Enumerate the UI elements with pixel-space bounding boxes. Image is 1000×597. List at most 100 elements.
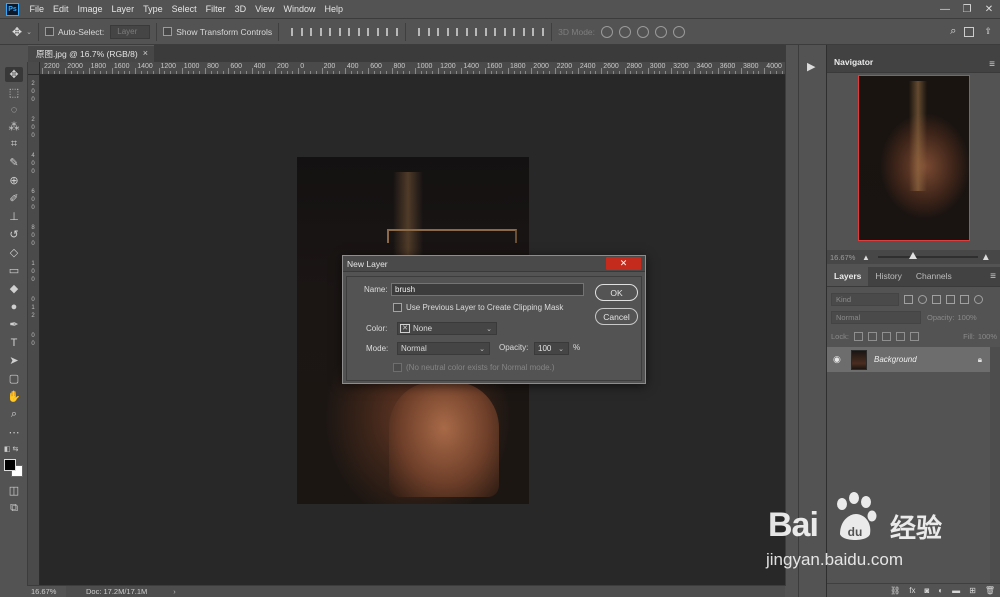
orbit-3d-icon[interactable] (601, 25, 614, 38)
align-hcenter-icon[interactable] (365, 26, 379, 38)
align-right-icon[interactable] (384, 26, 398, 38)
magic-wand-tool-icon[interactable]: ⁂ (5, 119, 23, 134)
shape-tool-icon[interactable]: ▢ (5, 371, 23, 386)
visibility-eye-icon[interactable]: ◉ (833, 354, 847, 365)
filter-adjustment-icon[interactable] (918, 294, 927, 304)
lock-all-icon[interactable] (909, 332, 919, 341)
menu-file[interactable]: File (25, 0, 49, 18)
restore-button[interactable]: ❐ (956, 0, 978, 18)
eraser-tool-icon[interactable]: ◇ (5, 245, 23, 260)
healing-tool-icon[interactable]: ⊕ (5, 173, 23, 188)
filter-pixel-icon[interactable] (904, 294, 913, 304)
zoom-out-icon[interactable]: ▲ (862, 253, 870, 262)
stamp-tool-icon[interactable]: ⊥ (5, 209, 23, 224)
layer-style-icon[interactable]: fx (909, 586, 915, 595)
lasso-tool-icon[interactable]: ◌ (5, 102, 23, 117)
panel-menu-icon[interactable]: ≡ (990, 271, 996, 282)
clipping-mask-checkbox[interactable] (393, 303, 402, 312)
auto-select-dropdown[interactable]: Layer (110, 24, 151, 39)
expand-panels-icon[interactable]: ▶ (807, 60, 815, 73)
more-tools-icon[interactable]: ⋯ (5, 425, 23, 440)
lock-position-icon[interactable] (881, 332, 891, 341)
menu-select[interactable]: Select (167, 0, 201, 18)
chevron-down-icon[interactable]: ⌄ (558, 344, 564, 355)
navigator-preview[interactable] (858, 75, 970, 241)
lock-artboard-icon[interactable] (895, 332, 905, 341)
dialog-titlebar[interactable]: New Layer ✕ (343, 256, 645, 272)
foreground-color-swatch[interactable] (4, 459, 16, 471)
menu-window[interactable]: Window (279, 0, 320, 18)
blend-mode-dropdown[interactable]: Normal (831, 311, 921, 324)
status-menu-arrow-icon[interactable]: › (173, 587, 176, 596)
roll-3d-icon[interactable] (619, 25, 632, 38)
color-dropdown[interactable]: ✕ None ⌄ (397, 322, 497, 335)
add-mask-icon[interactable]: ◙ (924, 586, 929, 595)
align-vcenter-icon[interactable] (308, 26, 322, 38)
distribute-left-icon[interactable] (473, 26, 487, 38)
path-select-tool-icon[interactable]: ➤ (5, 353, 23, 368)
canvas-vertical-scrollbar[interactable] (785, 45, 798, 586)
distribute-top-icon[interactable] (416, 26, 430, 38)
menu-edit[interactable]: Edit (49, 0, 74, 18)
tab-channels[interactable]: Channels (909, 271, 959, 286)
default-colors-icon[interactable]: ◧ ⇆ (4, 445, 18, 453)
menu-layer[interactable]: Layer (107, 0, 139, 18)
search-icon[interactable]: ⌕ (950, 25, 956, 38)
auto-align-icon[interactable] (530, 26, 544, 38)
drag-3d-icon[interactable] (637, 25, 650, 38)
cancel-button[interactable]: Cancel (595, 308, 638, 325)
lock-transparent-icon[interactable] (853, 332, 863, 341)
menu-view[interactable]: View (251, 0, 279, 18)
new-group-icon[interactable]: ▬ (952, 586, 960, 595)
layers-scrollbar[interactable] (990, 347, 1000, 587)
blur-tool-icon[interactable]: ◆ (5, 281, 23, 296)
share-icon[interactable]: ⇪ (984, 26, 992, 37)
panel-menu-icon[interactable]: ≡ (989, 59, 995, 70)
hand-tool-icon[interactable]: ✋ (5, 389, 23, 404)
dodge-tool-icon[interactable]: ● (5, 299, 23, 314)
mode-dropdown[interactable]: Normal ⌄ (397, 342, 490, 355)
navigator-zoom-slider[interactable] (877, 252, 978, 259)
show-transform-checkbox[interactable] (163, 27, 173, 36)
brush-tool-icon[interactable]: ✐ (5, 191, 23, 206)
align-left-icon[interactable] (346, 26, 360, 38)
auto-select-checkbox[interactable] (44, 27, 54, 36)
tab-layers[interactable]: Layers (827, 266, 869, 286)
zoom-in-icon[interactable]: ▲ (981, 252, 991, 263)
menu-type[interactable]: Type (139, 0, 168, 18)
link-layers-icon[interactable]: ⛓ (890, 586, 900, 595)
menu-help[interactable]: Help (320, 0, 348, 18)
tab-navigator[interactable]: Navigator (827, 57, 880, 72)
filter-shape-icon[interactable] (946, 294, 955, 304)
distribute-right-icon[interactable] (511, 26, 525, 38)
screen-mode-icon[interactable]: ⧉ (5, 501, 23, 516)
filter-smart-object-icon[interactable] (960, 294, 969, 304)
slide-3d-icon[interactable] (655, 25, 668, 38)
scale-3d-icon[interactable] (673, 25, 686, 38)
type-tool-icon[interactable]: T (5, 335, 23, 350)
close-tab-icon[interactable]: × (143, 48, 148, 58)
dialog-close-button[interactable]: ✕ (606, 257, 641, 270)
layer-opacity-value[interactable]: 100% (958, 313, 977, 322)
minimize-button[interactable]: — (934, 0, 956, 18)
gradient-tool-icon[interactable]: ▭ (5, 263, 23, 278)
layer-name-input[interactable]: brush (391, 283, 584, 296)
menu-3d[interactable]: 3D (230, 0, 251, 18)
navigator-zoom-value[interactable]: 16.67% (827, 253, 859, 262)
crop-tool-icon[interactable]: ⌗ (5, 137, 23, 152)
distribute-hcenter-icon[interactable] (492, 26, 506, 38)
quick-mask-icon[interactable]: ◫ (5, 483, 23, 498)
document-tab[interactable]: 原图.jpg @ 16.7% (RGB/8) × (28, 45, 154, 62)
fill-value[interactable]: 100% (978, 332, 997, 341)
delete-layer-icon[interactable]: 🗑︎ (985, 586, 995, 595)
adjustment-layer-icon[interactable]: ◐ (938, 586, 943, 595)
workspace-icon[interactable] (964, 26, 975, 37)
menu-image[interactable]: Image (73, 0, 107, 18)
filter-toggle-icon[interactable] (974, 294, 983, 304)
filter-kind-dropdown[interactable]: Kind (831, 292, 899, 306)
ok-button[interactable]: OK (595, 284, 638, 301)
new-layer-icon[interactable]: ⊞ (969, 586, 976, 595)
align-top-icon[interactable] (289, 26, 303, 38)
opacity-input[interactable]: 100 ⌄ (534, 342, 569, 355)
close-window-button[interactable]: ✕ (978, 0, 1000, 18)
